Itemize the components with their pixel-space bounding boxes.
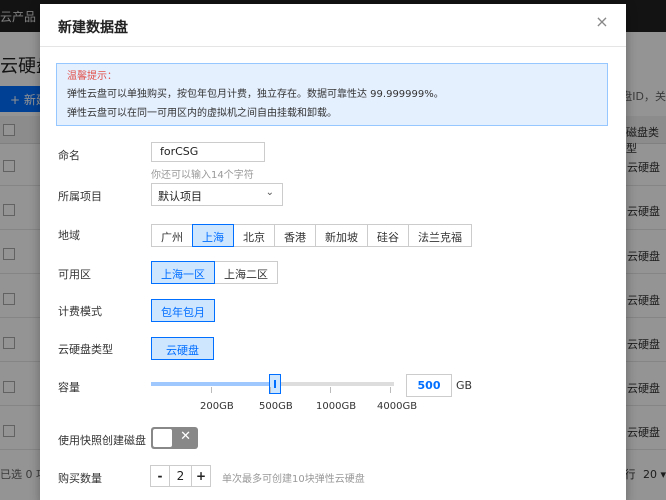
capacity-slider-fill (151, 382, 275, 386)
slider-tick (270, 387, 271, 393)
tip-line: 弹性云盘可以在同一可用区内的虚拟机之间自由挂载和卸载。 (67, 108, 337, 119)
billing-option-monthly[interactable]: 包年包月 (151, 299, 215, 322)
decrement-button[interactable]: - (150, 465, 170, 487)
region-option-guangzhou[interactable]: 广州 (151, 224, 193, 247)
project-label: 所属项目 (58, 190, 102, 203)
billing-label: 计费模式 (58, 305, 102, 318)
billing-selector: 包年包月 (151, 299, 215, 322)
close-icon: ✕ (180, 429, 191, 444)
increment-button[interactable]: + (191, 465, 211, 487)
region-label: 地域 (58, 229, 80, 242)
slider-tick (330, 387, 331, 393)
name-hint: 你还可以输入14个字符 (151, 170, 254, 181)
project-selected: 默认项目 (158, 190, 202, 203)
tick-label-1000: 1000GB (316, 401, 357, 412)
region-option-singapore[interactable]: 新加坡 (315, 224, 368, 247)
capacity-label: 容量 (58, 381, 80, 394)
region-option-frankfurt[interactable]: 法兰克福 (408, 224, 472, 247)
region-option-beijing[interactable]: 北京 (233, 224, 275, 247)
slider-tick (390, 387, 391, 393)
quantity-value[interactable]: 2 (169, 465, 192, 487)
capacity-input[interactable]: 500 (406, 374, 452, 397)
region-option-silicon-valley[interactable]: 硅谷 (367, 224, 409, 247)
name-label: 命名 (58, 149, 80, 162)
new-data-disk-dialog: 新建数据盘 × 温馨提示： 弹性云盘可以单独购买，按包年包月计费，独立存在。数据… (40, 4, 626, 500)
chevron-down-icon: ⌄ (265, 187, 274, 198)
capacity-unit: GB (456, 379, 473, 392)
region-selector: 广州 上海 北京 香港 新加坡 硅谷 法兰克福 (151, 224, 472, 247)
close-icon[interactable]: × (594, 14, 610, 30)
zone-label: 可用区 (58, 268, 91, 281)
quantity-hint: 单次最多可创建10块弹性云硬盘 (222, 474, 365, 485)
region-option-hongkong[interactable]: 香港 (274, 224, 316, 247)
zone-option-1[interactable]: 上海一区 (151, 261, 215, 284)
disk-type-selector: 云硬盘 (151, 337, 214, 360)
snapshot-toggle[interactable]: ✕ (151, 427, 198, 449)
project-select[interactable]: 默认项目 ⌄ (151, 183, 283, 206)
disk-name-input[interactable]: forCSG (151, 142, 265, 162)
zone-selector: 上海一区 上海二区 (151, 261, 278, 284)
disk-type-option-cloud[interactable]: 云硬盘 (151, 337, 214, 360)
quantity-stepper: - 2 + (150, 465, 211, 487)
slider-tick (211, 387, 212, 393)
region-option-shanghai[interactable]: 上海 (192, 224, 234, 247)
tick-label-4000: 4000GB (377, 401, 418, 412)
title-divider (40, 46, 626, 47)
disk-type-label: 云硬盘类型 (58, 343, 113, 356)
snapshot-label: 使用快照创建磁盘 (58, 434, 146, 447)
zone-option-2[interactable]: 上海二区 (214, 261, 278, 284)
warm-tip-box: 温馨提示： 弹性云盘可以单独购买，按包年包月计费，独立存在。数据可靠性达 99.… (56, 63, 608, 126)
toggle-knob (153, 429, 172, 447)
tip-title: 温馨提示： (67, 71, 117, 82)
quantity-label: 购买数量 (58, 472, 102, 485)
tip-line: 弹性云盘可以单独购买，按包年包月计费，独立存在。数据可靠性达 99.999999… (67, 89, 444, 100)
tick-label-500: 500GB (259, 401, 293, 412)
tick-label-200: 200GB (200, 401, 234, 412)
dialog-title: 新建数据盘 (58, 20, 128, 36)
